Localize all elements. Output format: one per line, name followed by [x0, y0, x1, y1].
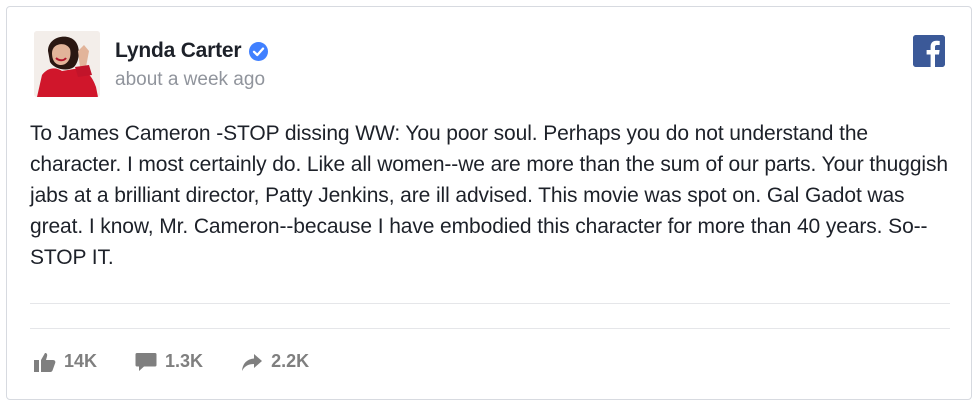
comment-count: 1.3K: [165, 351, 204, 371]
like-count: 14K: [64, 351, 98, 371]
action-bar: 14K 1.3K 2.2K: [34, 351, 347, 372]
comment-action[interactable]: 1.3K: [135, 351, 203, 372]
divider: [30, 328, 950, 329]
divider: [30, 303, 950, 304]
facebook-post-card: Lynda Carter about a week ago To James C…: [6, 6, 972, 400]
like-icon: [34, 352, 56, 372]
author-row: Lynda Carter: [115, 39, 269, 63]
author-name[interactable]: Lynda Carter: [115, 39, 242, 63]
share-action[interactable]: 2.2K: [241, 351, 309, 372]
facebook-logo-icon[interactable]: [913, 35, 945, 67]
post-text: To James Cameron -STOP dissing WW: You p…: [30, 122, 948, 269]
post-timestamp[interactable]: about a week ago: [115, 69, 265, 91]
share-count: 2.2K: [271, 351, 310, 371]
share-icon: [241, 352, 263, 372]
verified-badge-icon: [249, 41, 269, 61]
comment-icon: [135, 352, 157, 372]
avatar[interactable]: [34, 31, 100, 97]
like-action[interactable]: 14K: [34, 351, 97, 372]
